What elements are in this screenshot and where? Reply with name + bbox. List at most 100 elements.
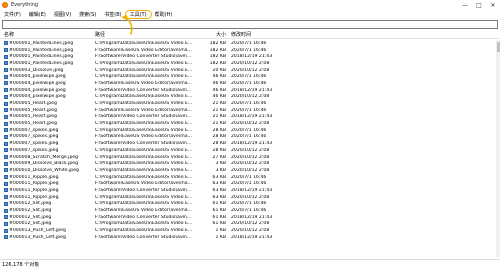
file-size: 182 KB bbox=[209, 40, 226, 46]
file-name-cell: #000011_Ripple.jpeg bbox=[0, 195, 95, 200]
file-row[interactable]: #000010_Dissolve_White.jpeg C:\ProgramDat… bbox=[0, 167, 496, 174]
file-name: #000004_pixelwipe.jpeg bbox=[9, 87, 66, 93]
menu-tools[interactable]: 工具(T) bbox=[124, 9, 152, 19]
file-name: #000009_Dissolve_Black.jpeg bbox=[9, 161, 79, 167]
file-name: #000005_Heart.jpeg bbox=[9, 114, 57, 120]
file-size: 61 KB bbox=[212, 221, 226, 227]
file-size: 63 KB bbox=[212, 187, 226, 193]
column-header-name[interactable]: 名称 bbox=[0, 31, 95, 38]
file-date: 2020/7/1 16:46 bbox=[231, 107, 267, 113]
menu-help[interactable]: 帮助(H) bbox=[151, 11, 177, 18]
image-file-icon bbox=[4, 81, 8, 86]
file-row[interactable]: #000004_pixelwipe.jpeg F:\Software\Video … bbox=[0, 87, 496, 94]
file-row[interactable]: #000005_Heart.jpeg C:\ProgramData\EaseUS\… bbox=[0, 100, 496, 107]
file-row[interactable]: #000011_Ripple.jpeg C:\ProgramData\EaseUS… bbox=[0, 174, 496, 181]
vertical-scrollbar[interactable] bbox=[496, 40, 500, 257]
file-name-cell: #000004_pixelwipe.jpeg bbox=[0, 94, 95, 99]
file-path: C:\ProgramData\EaseUS\EaseUS Video E... bbox=[95, 161, 193, 167]
close-icon[interactable]: ✕ bbox=[486, 0, 500, 10]
file-path: F:\Software\Video Converter Studio\ave\.… bbox=[95, 87, 192, 93]
file-name-cell: #000005_Heart.jpeg bbox=[0, 108, 95, 113]
menu-search[interactable]: 搜索(S) bbox=[75, 11, 100, 18]
file-name-cell: #000008_Scratch_Merge.jpeg bbox=[0, 155, 95, 160]
file-date: 2018/12/19 21:43 bbox=[231, 87, 273, 93]
file-size: 3 KB bbox=[215, 161, 226, 167]
file-row[interactable]: #000004_pixelwipe.jpeg F:\Software\EaseUS… bbox=[0, 80, 496, 87]
menu-bookmarks[interactable]: 书签(B) bbox=[100, 11, 125, 18]
image-file-icon bbox=[4, 74, 8, 79]
image-file-icon bbox=[4, 168, 8, 173]
file-size: 63 KB bbox=[212, 174, 226, 180]
file-row[interactable]: #000012_Slit.jpeg C:\ProgramData\EaseUS\E… bbox=[0, 201, 496, 208]
image-file-icon bbox=[4, 175, 8, 180]
file-name-cell: #000011_Ripple.jpeg bbox=[0, 175, 95, 180]
maximize-icon[interactable]: □ bbox=[472, 0, 486, 10]
file-date: 2020/7/1 16:46 bbox=[231, 201, 267, 207]
column-header-size[interactable]: 大小 bbox=[205, 31, 228, 38]
file-path: C:\ProgramData\EaseUS\EaseUS Video E... bbox=[95, 94, 193, 100]
file-name: #000001_PaintedLines.jpeg bbox=[9, 60, 74, 66]
file-name: #000012_Slit.jpeg bbox=[9, 208, 52, 214]
file-name: #000012_Slit.jpeg bbox=[9, 201, 52, 207]
file-path: C:\ProgramData\EaseUS\EaseUS Video E... bbox=[95, 127, 193, 133]
menu-file[interactable]: 文件(F) bbox=[0, 11, 25, 18]
file-row[interactable]: #000004_pixelwipe.jpeg C:\ProgramData\Eas… bbox=[0, 73, 496, 80]
file-row[interactable]: #000005_Heart.jpeg F:\Software\Video Conv… bbox=[0, 114, 496, 121]
file-row[interactable]: #000012_Slit.jpeg C:\ProgramData\EaseUS\E… bbox=[0, 221, 496, 228]
file-name: #000011_Ripple.jpeg bbox=[9, 174, 59, 180]
file-name: #000012_Slit.jpeg bbox=[9, 221, 52, 227]
file-row[interactable]: #000012_Slit.jpeg F:\Software\EaseUS Vide… bbox=[0, 207, 496, 214]
file-path: C:\ProgramData\EaseUS\EaseUS Video E... bbox=[95, 60, 193, 66]
file-row[interactable]: #000007_spikes.jpeg C:\ProgramData\EaseUS… bbox=[0, 127, 496, 134]
file-path: F:\Software\Video Converter Studio\ave\.… bbox=[95, 141, 192, 147]
file-path: F:\Software\EaseUS Video Editor\ave\ma..… bbox=[95, 181, 192, 187]
file-row[interactable]: #000003_Dissolve.jpeg C:\ProgramData\Ease… bbox=[0, 67, 496, 74]
file-size: 27 KB bbox=[212, 154, 226, 160]
file-row[interactable]: #000008_Scratch_Merge.jpeg C:\ProgramData… bbox=[0, 154, 496, 161]
file-date: 2018/12/19 21:43 bbox=[231, 54, 273, 60]
search-input[interactable] bbox=[2, 20, 498, 29]
file-row[interactable]: #000001_PaintedLines.jpeg C:\ProgramData\… bbox=[0, 40, 496, 47]
file-row[interactable]: #000001_PaintedLines.jpeg F:\Software\Vid… bbox=[0, 53, 496, 60]
file-name-cell: #000005_Heart.jpeg bbox=[0, 121, 95, 126]
file-size: 20 KB bbox=[212, 67, 226, 73]
file-row[interactable]: #000007_spikes.jpeg C:\ProgramData\EaseUS… bbox=[0, 147, 496, 154]
file-name: #000005_Heart.jpeg bbox=[9, 121, 57, 127]
image-file-icon bbox=[4, 114, 8, 119]
file-row[interactable]: #000013_Push_Left.jpeg C:\ProgramData\Eas… bbox=[0, 227, 496, 234]
image-file-icon bbox=[4, 235, 8, 240]
file-row[interactable]: #000004_pixelwipe.jpeg C:\ProgramData\Eas… bbox=[0, 94, 496, 101]
minimize-icon[interactable]: — bbox=[458, 0, 472, 10]
file-row[interactable]: #000005_Heart.jpeg C:\ProgramData\EaseUS\… bbox=[0, 120, 496, 127]
file-date: 2020/10/12 2:08 bbox=[231, 147, 270, 153]
file-size: 46 KB bbox=[212, 74, 226, 80]
scrollbar-thumb[interactable] bbox=[496, 42, 500, 52]
file-row[interactable]: #000007_spikes.jpeg F:\Software\EaseUS Vi… bbox=[0, 134, 496, 141]
file-row[interactable]: #000011_Ripple.jpeg F:\Software\Video Con… bbox=[0, 187, 496, 194]
column-header-date[interactable]: 修改时间 bbox=[228, 31, 288, 38]
file-name: #000001_PaintedLines.jpeg bbox=[9, 47, 74, 53]
file-date: 2020/7/1 16:46 bbox=[231, 134, 267, 140]
file-row[interactable]: #000011_Ripple.jpeg C:\ProgramData\EaseUS… bbox=[0, 194, 496, 201]
file-size: 21 KB bbox=[212, 114, 226, 120]
file-path: F:\Software\EaseUS Video Editor\ave\ma..… bbox=[95, 134, 192, 140]
file-row[interactable]: #000013_Push_Left.jpeg F:\Software\Video … bbox=[0, 234, 496, 241]
image-file-icon bbox=[4, 208, 8, 213]
image-file-icon bbox=[4, 48, 8, 53]
file-name: #000005_Heart.jpeg bbox=[9, 107, 57, 113]
file-row[interactable]: #000005_Heart.jpeg F:\Software\EaseUS Vid… bbox=[0, 107, 496, 114]
file-name-cell: #000009_Dissolve_Black.jpeg bbox=[0, 161, 95, 166]
menu-edit[interactable]: 编辑(E) bbox=[25, 11, 50, 18]
menu-view[interactable]: 视图(V) bbox=[50, 11, 75, 18]
file-row[interactable]: #000001_PaintedLines.jpeg F:\Software\Eas… bbox=[0, 47, 496, 54]
column-header-path[interactable]: 路径 bbox=[95, 31, 205, 38]
file-row[interactable]: #000011_Ripple.jpeg F:\Software\EaseUS Vi… bbox=[0, 180, 496, 187]
file-path: C:\ProgramData\EaseUS\EaseUS Video E... bbox=[95, 228, 193, 234]
file-date: 2020/7/1 16:46 bbox=[231, 181, 267, 187]
file-row[interactable]: #000009_Dissolve_Black.jpeg C:\ProgramDat… bbox=[0, 160, 496, 167]
file-size: 63 KB bbox=[212, 194, 226, 200]
file-row[interactable]: #000012_Slit.jpeg F:\Software\Video Conve… bbox=[0, 214, 496, 221]
file-row[interactable]: #000007_spikes.jpeg F:\Software\Video Con… bbox=[0, 140, 496, 147]
file-name-cell: #000007_spikes.jpeg bbox=[0, 141, 95, 146]
file-row[interactable]: #000001_PaintedLines.jpeg C:\ProgramData\… bbox=[0, 60, 496, 67]
